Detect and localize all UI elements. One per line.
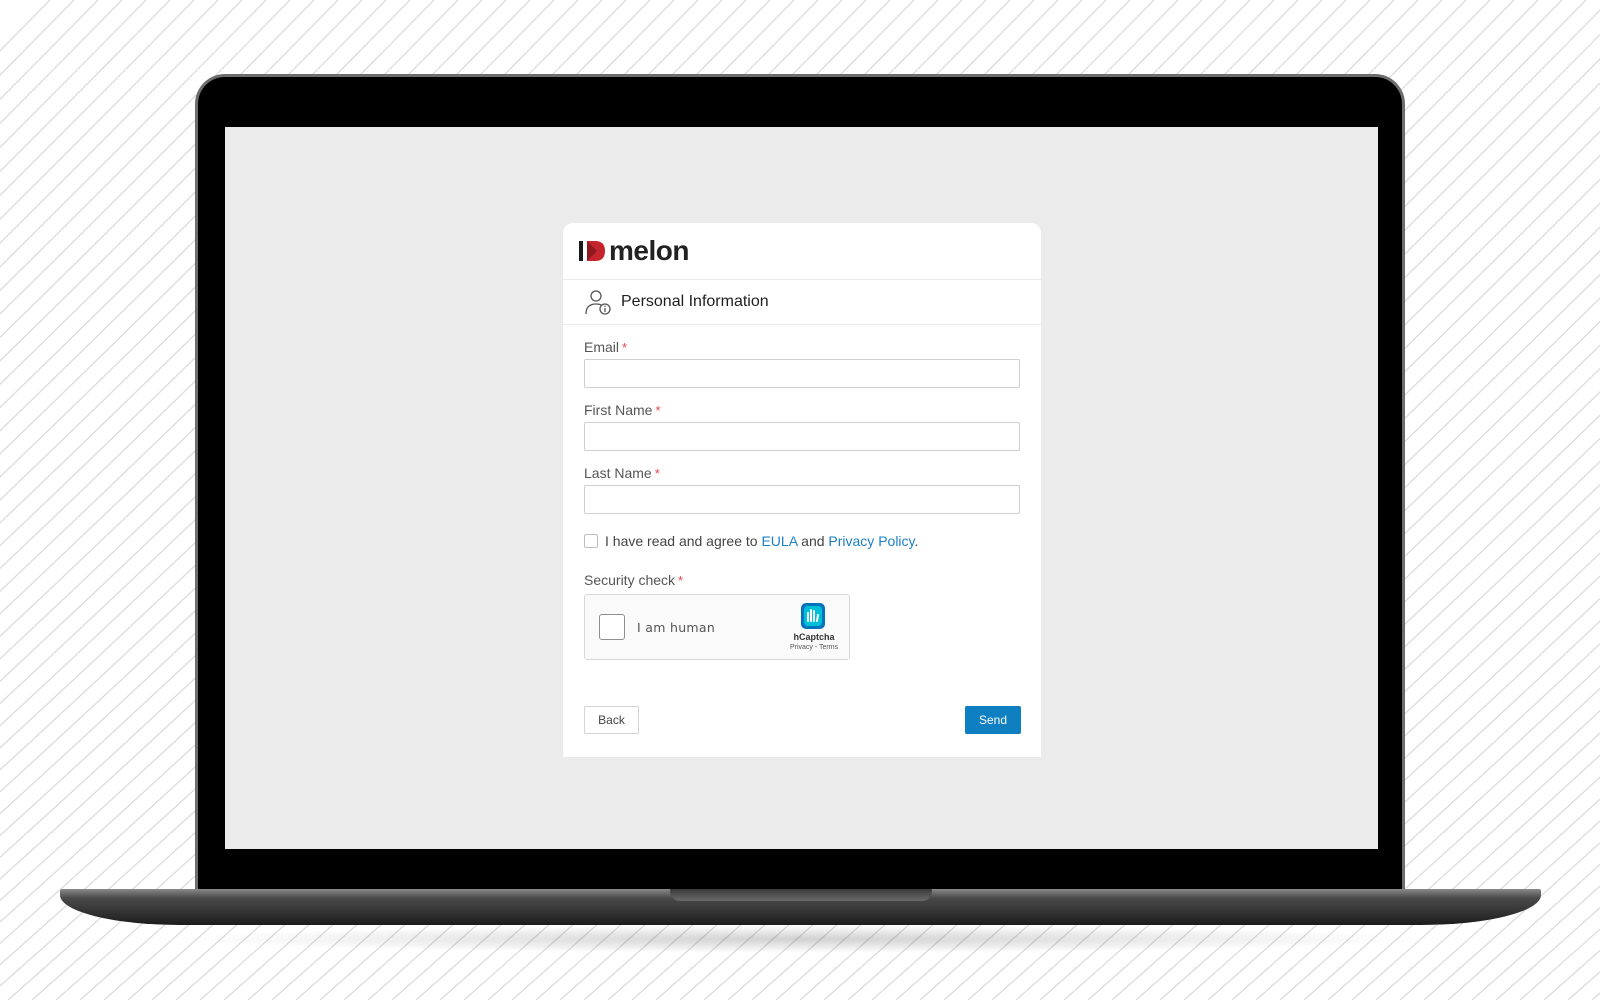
security-check-label: Security check * (584, 570, 1021, 590)
laptop-shadow (170, 925, 1430, 953)
user-info-icon (585, 290, 611, 315)
security-check-label-text: Security check (584, 572, 676, 588)
logo-text: melon (609, 235, 689, 266)
idmelon-logo: melon (579, 235, 689, 267)
back-button[interactable]: Back (584, 706, 639, 734)
agree-checkbox[interactable] (584, 534, 598, 548)
first-name-label: First Name * (584, 400, 1021, 420)
email-input[interactable] (584, 359, 1020, 388)
agreement-row: I have read and agree to EULA and Privac… (584, 533, 1021, 549)
email-label-text: Email (584, 339, 620, 355)
hcaptcha-label: I am human (637, 620, 716, 635)
registration-card: melon Personal Information Email * First… (563, 223, 1041, 757)
required-asterisk: * (622, 339, 628, 355)
send-button[interactable]: Send (965, 706, 1021, 734)
agree-text-part-3: . (914, 533, 919, 549)
personal-info-form: Email * First Name * Last Name * I have … (563, 337, 1041, 660)
first-name-input[interactable] (584, 422, 1020, 451)
hcaptcha-checkbox[interactable] (599, 614, 625, 640)
last-name-label-text: Last Name (584, 465, 652, 481)
eula-link[interactable]: EULA (761, 533, 797, 549)
hcaptcha-brand: hCaptcha (793, 632, 835, 642)
section-title: Personal Information (621, 293, 769, 310)
hcaptcha-privacy-terms-links[interactable]: Privacy - Terms (781, 644, 847, 651)
agree-text-part-2: and (797, 533, 829, 549)
hcaptcha-logo-icon (801, 603, 825, 629)
required-asterisk: * (678, 572, 684, 588)
email-label: Email * (584, 337, 1021, 357)
last-name-label: Last Name * (584, 463, 1021, 483)
first-name-label-text: First Name (584, 402, 653, 418)
privacy-policy-link[interactable]: Privacy Policy (828, 533, 914, 549)
required-asterisk: * (654, 465, 660, 481)
agree-text-part-1: I have read and agree to (605, 533, 762, 549)
required-asterisk: * (655, 402, 661, 418)
logo-id-mark-icon (579, 241, 605, 261)
last-name-input[interactable] (584, 485, 1020, 514)
section-header: Personal Information (563, 280, 1041, 325)
agree-text: I have read and agree to EULA and Privac… (605, 533, 918, 549)
hcaptcha-widget: I am human hCaptcha Privacy - Terms (584, 594, 850, 660)
form-actions: Back Send (584, 706, 1021, 734)
laptop-notch (670, 889, 932, 901)
logo-header: melon (563, 223, 1041, 280)
